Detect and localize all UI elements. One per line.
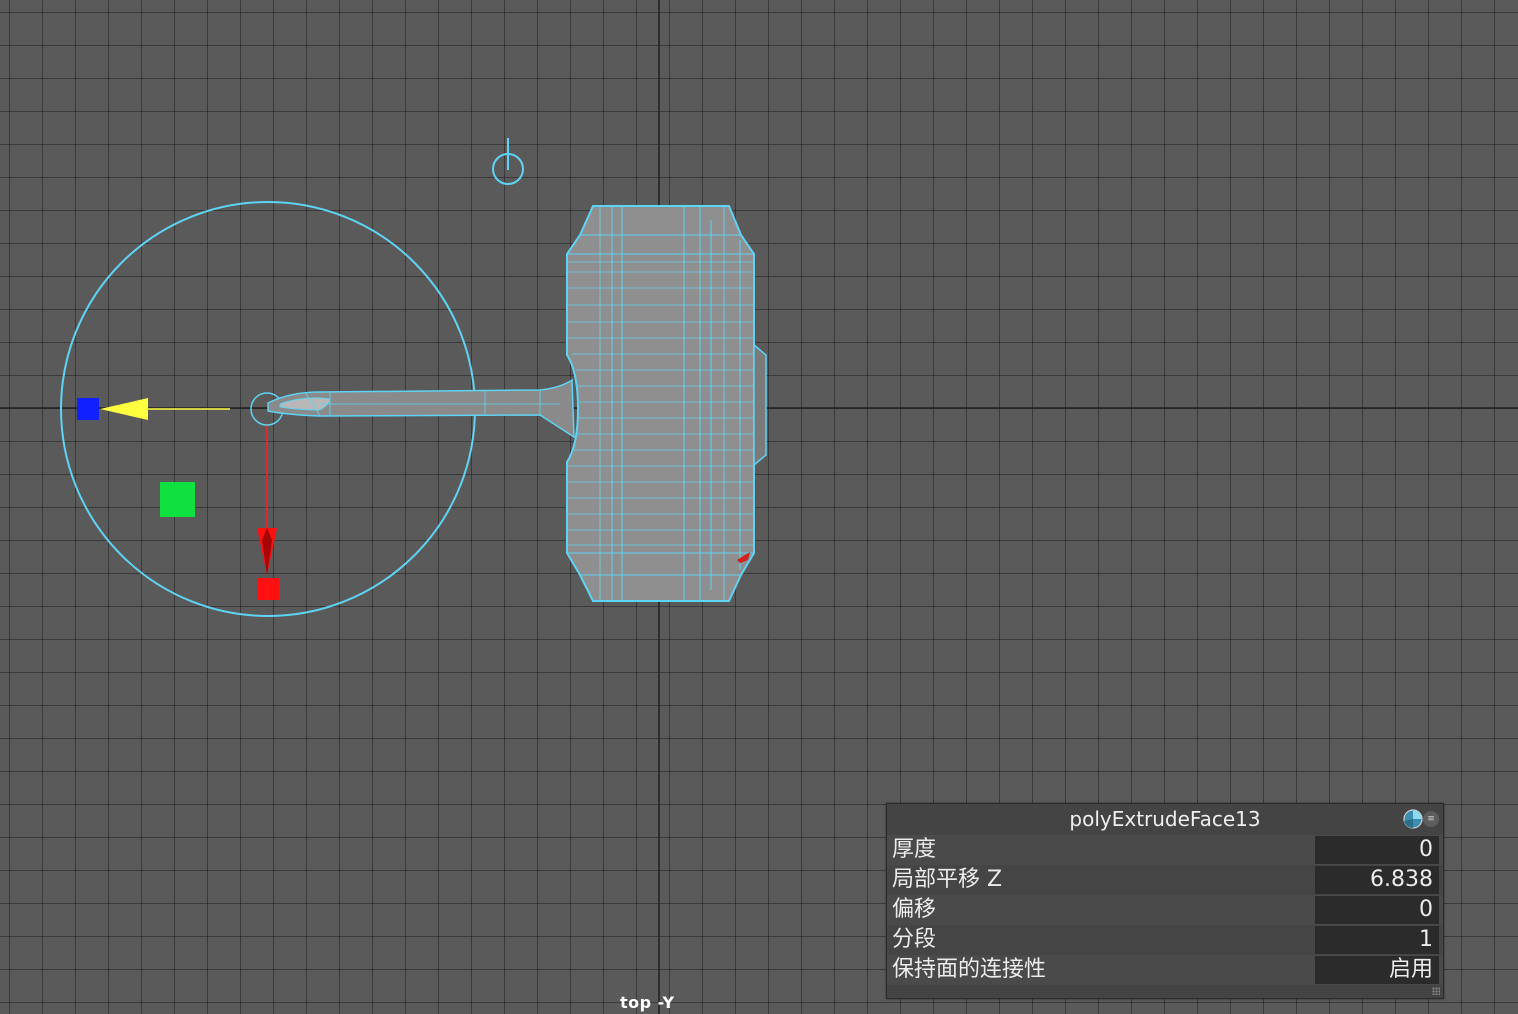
attribute-label: 保持面的连接性 [892,957,1047,982]
hammer-handle-mesh[interactable] [267,378,575,439]
attribute-row-offset: 偏移 0 [887,895,1443,925]
attribute-row-local-translate-z: 局部平移 Z 6.838 [887,865,1443,895]
attribute-label: 厚度 [892,837,937,862]
attribute-value-field[interactable]: 6.838 [1315,866,1439,894]
attribute-value-field[interactable]: 1 [1315,926,1439,954]
attribute-value-field[interactable]: 0 [1315,836,1439,864]
pie-icon[interactable] [1403,809,1423,829]
attribute-label: 分段 [892,927,937,952]
plane-handle-icon[interactable] [160,482,195,517]
panel-title: polyExtrudeFace13 [1069,807,1261,831]
panel-header: polyExtrudeFace13 ≡ [887,804,1443,835]
x-scale-handle-icon[interactable] [257,578,279,600]
resize-grip-icon[interactable] [1432,987,1440,995]
attribute-list: 厚度 0 局部平移 Z 6.838 偏移 0 分段 1 保持面的连接性 启用 [887,835,1443,985]
attribute-row-divisions: 分段 1 [887,925,1443,955]
attribute-row-thickness: 厚度 0 [887,835,1443,865]
hammer-head-mesh[interactable] [566,205,767,602]
attribute-row-keep-faces-together: 保持面的连接性 启用 [887,955,1443,985]
viewport-3d[interactable]: top -Y polyExtrudeFace13 ≡ 厚度 0 局部平移 Z 6… [0,0,1518,1014]
pivot-icon[interactable] [492,138,524,185]
scale-handle-icon[interactable] [77,398,99,420]
attribute-label: 局部平移 Z [892,867,1003,892]
in-view-editor-panel[interactable]: polyExtrudeFace13 ≡ 厚度 0 局部平移 Z 6.838 偏移… [886,803,1444,999]
attribute-label: 偏移 [892,897,937,922]
attribute-value-field[interactable]: 启用 [1315,956,1439,984]
x-axis-arrow-icon[interactable] [257,425,277,575]
camera-label: top -Y [620,993,675,1012]
attribute-value-field[interactable]: 0 [1315,896,1439,924]
move-arrow-icon[interactable] [100,398,230,420]
menu-icon[interactable]: ≡ [1423,811,1439,827]
